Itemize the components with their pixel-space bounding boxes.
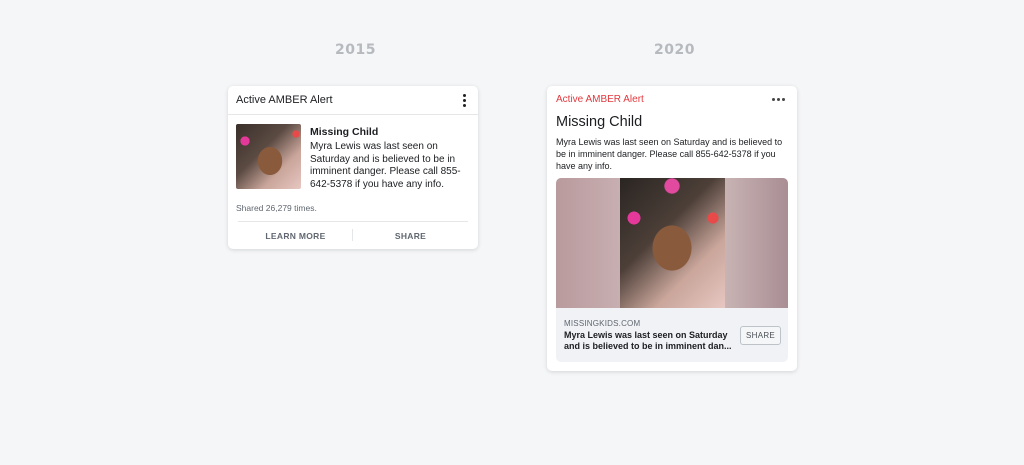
card-text: Missing Child Myra Lewis was last seen o… <box>310 124 470 191</box>
learn-more-button[interactable]: LEARN MORE <box>238 228 353 241</box>
card-title: Missing Child <box>310 126 379 138</box>
link-text-block: MISSINGKIDS.COM Myra Lewis was last seen… <box>564 319 734 352</box>
child-photo <box>556 178 788 308</box>
card-actions: LEARN MORE SHARE <box>238 221 468 249</box>
card-header-title: Active AMBER Alert <box>236 94 333 106</box>
card-title: Missing Child <box>556 114 643 130</box>
card-description: Myra Lewis was last seen on Saturday and… <box>310 141 461 190</box>
link-description: Myra Lewis was last seen on Saturday and… <box>564 330 732 351</box>
more-horizontal-icon[interactable] <box>769 95 788 104</box>
share-button[interactable]: SHARE <box>353 231 468 241</box>
link-domain: MISSINGKIDS.COM <box>564 319 641 328</box>
link-preview[interactable]: MISSINGKIDS.COM Myra Lewis was last seen… <box>556 178 788 362</box>
child-photo <box>236 124 301 189</box>
card-header: Active AMBER Alert <box>228 86 478 115</box>
share-count: Shared 26,279 times. <box>236 203 317 213</box>
amber-alert-card-2015: Active AMBER Alert Missing Child Myra Le… <box>228 86 478 249</box>
card-header-title: Active AMBER Alert <box>556 93 644 105</box>
year-label-2020: 2020 <box>654 42 695 58</box>
year-label-2015: 2015 <box>335 42 376 58</box>
card-body: Missing Child Myra Lewis was last seen o… <box>228 115 478 191</box>
kebab-vertical-icon[interactable] <box>460 92 469 109</box>
card-description: Myra Lewis was last seen on Saturday and… <box>556 137 783 171</box>
link-info: MISSINGKIDS.COM Myra Lewis was last seen… <box>556 308 788 352</box>
card-header: Active AMBER Alert <box>547 86 797 112</box>
child-photo-crop <box>620 178 725 308</box>
share-button[interactable]: SHARE <box>740 326 782 345</box>
amber-alert-card-2020: Active AMBER Alert Missing Child Myra Le… <box>547 86 797 371</box>
